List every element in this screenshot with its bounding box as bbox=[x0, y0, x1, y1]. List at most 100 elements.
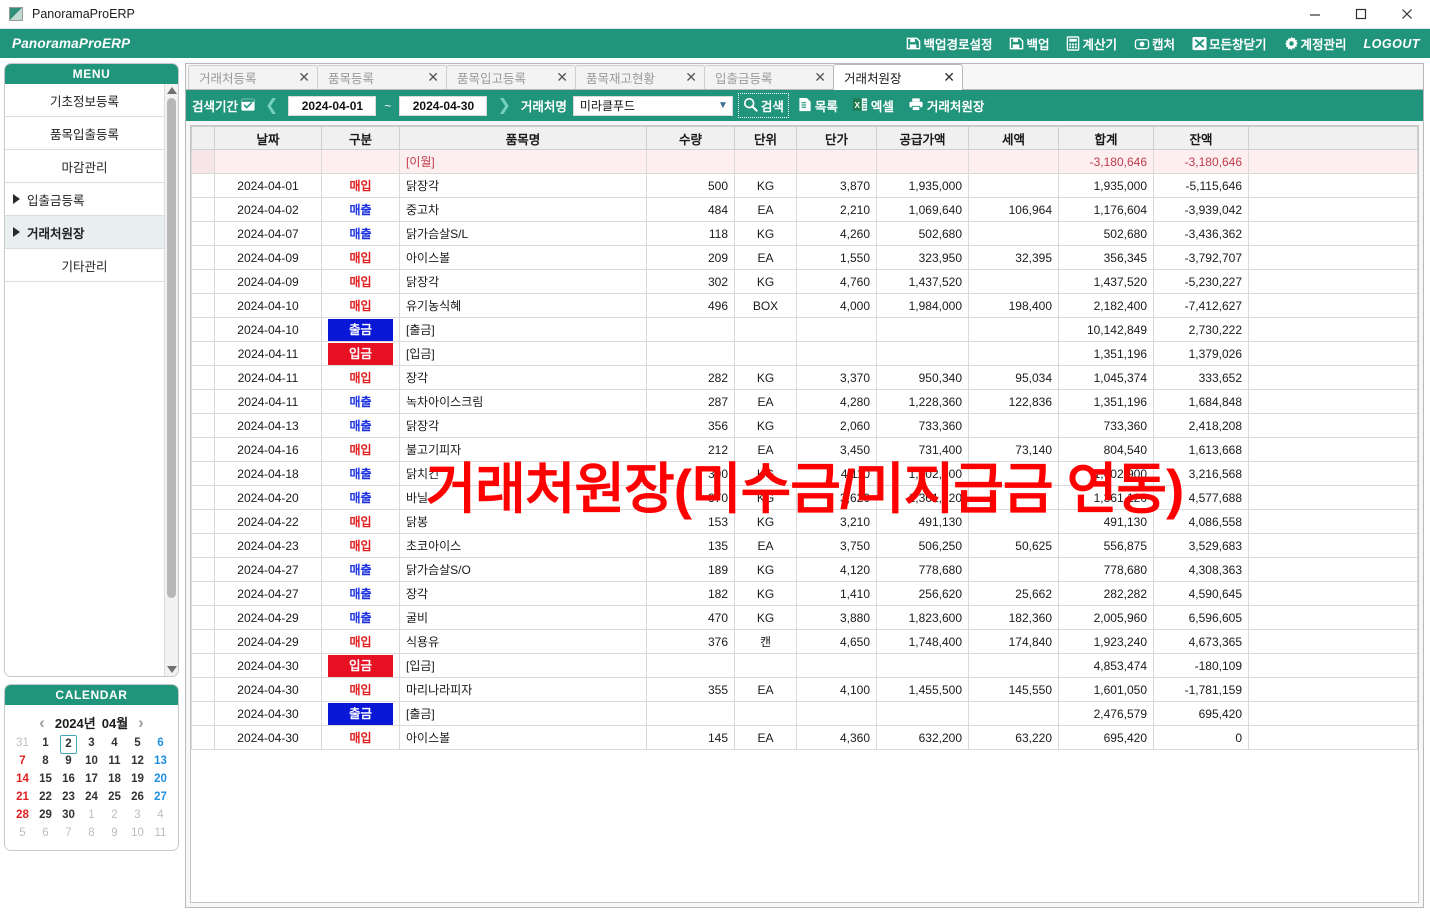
row-handle[interactable] bbox=[191, 149, 215, 174]
calendar-day[interactable]: 27 bbox=[149, 789, 172, 806]
table-row[interactable]: 2024-04-30 입금 [입금] 4,853,474 -180,109 bbox=[191, 653, 1418, 678]
calendar-day[interactable]: 28 bbox=[11, 807, 34, 824]
scrollbar-thumb[interactable] bbox=[167, 98, 176, 598]
calendar-day[interactable]: 11 bbox=[103, 753, 126, 770]
grid-column-header[interactable]: 품목명 bbox=[399, 126, 647, 150]
calendar-day[interactable]: 18 bbox=[103, 771, 126, 788]
vendor-select[interactable]: 미라클푸드 ▼ bbox=[572, 95, 733, 116]
tab-close-icon[interactable]: ✕ bbox=[556, 69, 568, 86]
sidebar-item-basic-info[interactable]: 기초정보등록 bbox=[5, 84, 164, 117]
table-row[interactable]: 2024-04-07 매출 닭가슴살S/L 118 KG 4,260 502,680 502,… bbox=[191, 221, 1418, 246]
grid-column-header[interactable]: 단위 bbox=[734, 126, 797, 150]
row-handle[interactable] bbox=[191, 317, 215, 342]
sidebar-item-vendor-ledger[interactable]: 거래처원장 bbox=[5, 216, 164, 249]
grid-column-header[interactable]: 단가 bbox=[796, 126, 877, 150]
row-handle[interactable] bbox=[191, 725, 215, 750]
logout-button[interactable]: LOGOUT bbox=[1364, 37, 1420, 51]
table-row[interactable]: 2024-04-11 매출 녹차아이스크림 287 EA 4,280 1,228,360 12… bbox=[191, 389, 1418, 414]
calendar-day[interactable]: 6 bbox=[149, 735, 172, 752]
maximize-button[interactable] bbox=[1338, 0, 1384, 28]
calendar-day[interactable]: 8 bbox=[34, 753, 57, 770]
tab-close-icon[interactable]: ✕ bbox=[427, 69, 439, 86]
calendar-day[interactable]: 10 bbox=[80, 753, 103, 770]
row-handle[interactable] bbox=[191, 365, 215, 390]
calendar-day[interactable]: 21 bbox=[11, 789, 34, 806]
row-handle[interactable] bbox=[191, 533, 215, 558]
tab-5[interactable]: 거래처원장 ✕ bbox=[833, 64, 963, 90]
calendar-day[interactable]: 1 bbox=[34, 735, 57, 752]
calendar-day[interactable]: 15 bbox=[34, 771, 57, 788]
table-row[interactable]: 2024-04-01 매입 닭장각 500 KG 3,870 1,935,000 1,935,… bbox=[191, 173, 1418, 198]
calendar-day[interactable]: 19 bbox=[126, 771, 149, 788]
tab-0[interactable]: 거래처등록 ✕ bbox=[188, 65, 318, 89]
period-prev-button[interactable]: ❮ bbox=[261, 97, 282, 114]
row-handle[interactable] bbox=[191, 461, 215, 486]
close-all-windows-button[interactable]: 모든창닫기 bbox=[1192, 34, 1267, 53]
row-handle[interactable] bbox=[191, 485, 215, 510]
account-settings-button[interactable]: 계정관리 bbox=[1284, 34, 1347, 53]
table-row[interactable]: 2024-04-09 매입 닭장각 302 KG 4,760 1,437,520 1,437,… bbox=[191, 269, 1418, 294]
row-handle[interactable] bbox=[191, 293, 215, 318]
table-row[interactable]: 2024-04-27 매출 닭가슴살S/O 189 KG 4,120 778,680 778,… bbox=[191, 557, 1418, 582]
row-handle[interactable] bbox=[191, 245, 215, 270]
calendar-next-button[interactable]: › bbox=[134, 714, 148, 731]
row-handle[interactable] bbox=[191, 173, 215, 198]
tab-close-icon[interactable]: ✕ bbox=[298, 69, 310, 86]
scroll-down-icon[interactable] bbox=[166, 666, 177, 673]
row-handle[interactable] bbox=[191, 221, 215, 246]
grid-column-header[interactable]: 구분 bbox=[321, 126, 400, 150]
scroll-up-icon[interactable] bbox=[166, 87, 177, 94]
row-handle[interactable] bbox=[191, 341, 215, 366]
row-handle[interactable] bbox=[191, 269, 215, 294]
row-handle[interactable] bbox=[191, 653, 215, 678]
calendar-day[interactable]: 26 bbox=[126, 789, 149, 806]
row-handle[interactable] bbox=[191, 437, 215, 462]
table-row[interactable]: 2024-04-10 매입 유기농식혜 496 BOX 4,000 1,984,000 198… bbox=[191, 293, 1418, 318]
calendar-day[interactable]: 20 bbox=[149, 771, 172, 788]
tab-2[interactable]: 품목입고등록 ✕ bbox=[446, 65, 576, 89]
table-row[interactable]: 2024-04-10 출금 [출금] 10,142,849 2,730,222 bbox=[191, 317, 1418, 342]
row-handle[interactable] bbox=[191, 701, 215, 726]
row-handle[interactable] bbox=[191, 629, 215, 654]
calendar-day[interactable]: 24 bbox=[80, 789, 103, 806]
sidebar-item-cash-register[interactable]: 입출금등록 bbox=[5, 183, 164, 216]
grid-column-header[interactable] bbox=[1248, 126, 1418, 150]
table-row[interactable]: 2024-04-16 매입 불고기피자 212 EA 3,450 731,400 73,140… bbox=[191, 437, 1418, 462]
tab-close-icon[interactable]: ✕ bbox=[685, 69, 697, 86]
table-row[interactable]: 2024-04-22 매입 닭봉 153 KG 3,210 491,130 491,130 4,… bbox=[191, 509, 1418, 534]
capture-button[interactable]: 캡처 bbox=[1134, 34, 1175, 53]
date-to-input[interactable]: 2024-04-30 bbox=[399, 95, 488, 116]
grid-column-header[interactable]: 날짜 bbox=[214, 126, 322, 150]
close-button[interactable] bbox=[1384, 0, 1430, 28]
tab-3[interactable]: 품목재고현황 ✕ bbox=[575, 65, 705, 89]
calendar-prev-button[interactable]: ‹ bbox=[35, 714, 49, 731]
grid-column-header[interactable]: 합계 bbox=[1058, 126, 1154, 150]
table-row[interactable]: 2024-04-11 매입 장각 282 KG 3,370 950,340 95,034 1,0… bbox=[191, 365, 1418, 390]
table-row[interactable]: 2024-04-09 매입 아이스볼 209 EA 1,550 323,950 32,395 3… bbox=[191, 245, 1418, 270]
calendar-day[interactable]: 23 bbox=[57, 789, 80, 806]
calendar-day[interactable]: 25 bbox=[103, 789, 126, 806]
table-row[interactable]: [이월] -3,180,646 -3,180,646 bbox=[191, 149, 1418, 174]
grid-column-header[interactable]: 잔액 bbox=[1153, 126, 1249, 150]
sidebar-item-closing[interactable]: 마감관리 bbox=[5, 150, 164, 183]
row-handle[interactable] bbox=[191, 605, 215, 630]
table-row[interactable]: 2024-04-18 매출 닭치킨 390 KG 4,110 1,602,900 1,602,… bbox=[191, 461, 1418, 486]
row-handle[interactable] bbox=[191, 413, 215, 438]
row-handle[interactable] bbox=[191, 557, 215, 582]
row-handle[interactable] bbox=[191, 677, 215, 702]
row-handle[interactable] bbox=[191, 581, 215, 606]
tab-close-icon[interactable]: ✕ bbox=[814, 69, 826, 86]
table-row[interactable]: 2024-04-30 매입 마리나라피자 355 EA 4,100 1,455,500 145… bbox=[191, 677, 1418, 702]
print-ledger-button[interactable]: 거래처원장 bbox=[904, 94, 989, 117]
minimize-button[interactable] bbox=[1292, 0, 1338, 28]
table-row[interactable]: 2024-04-27 매출 장각 182 KG 1,410 256,620 25,662 282… bbox=[191, 581, 1418, 606]
sidebar-item-etc[interactable]: 기타관리 bbox=[5, 249, 164, 282]
table-row[interactable]: 2024-04-11 입금 [입금] 1,351,196 1,379,026 bbox=[191, 341, 1418, 366]
calendar-day[interactable]: 4 bbox=[103, 735, 126, 752]
table-row[interactable]: 2024-04-30 매입 아이스볼 145 EA 4,360 632,200 63,220 6… bbox=[191, 725, 1418, 750]
sidebar-item-item-inout[interactable]: 품목입출등록 bbox=[5, 117, 164, 150]
calendar-day[interactable]: 22 bbox=[34, 789, 57, 806]
calendar-day[interactable]: 3 bbox=[80, 735, 103, 752]
calendar-day[interactable]: 9 bbox=[57, 753, 80, 770]
calculator-button[interactable]: 계산기 bbox=[1066, 34, 1117, 53]
